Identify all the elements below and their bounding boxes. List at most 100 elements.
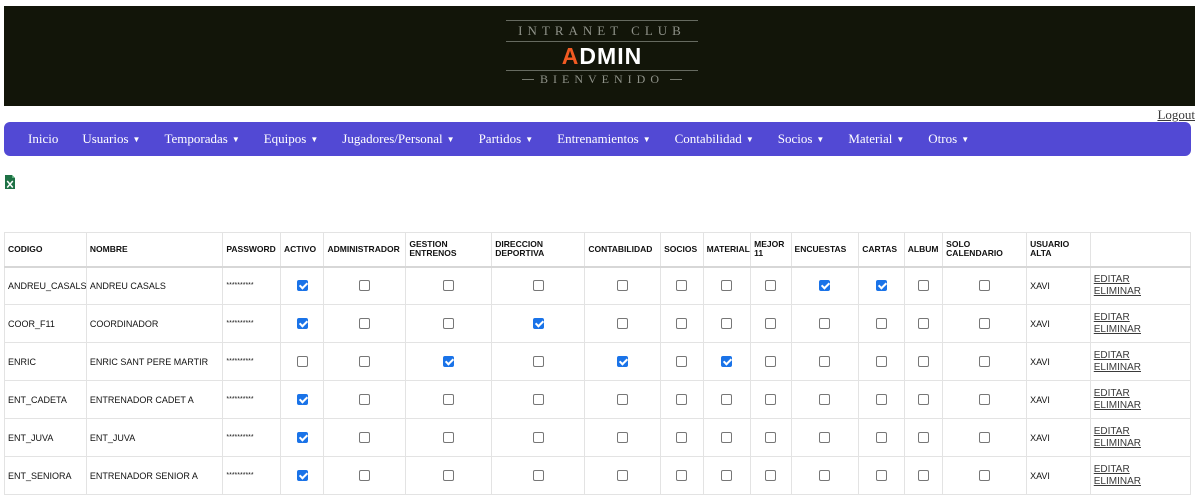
material-checkbox[interactable] [721,280,733,292]
delete-link[interactable]: ELIMINAR [1094,286,1187,298]
excel-export-icon[interactable] [5,175,15,189]
activo-checkbox[interactable] [296,318,308,330]
nav-item-entrenamientos[interactable]: Entrenamientos ▼ [557,131,651,147]
nav-item-socios[interactable]: Socios ▼ [778,131,825,147]
socios-checkbox[interactable] [676,432,688,444]
cell-administrador [323,456,407,495]
delete-link[interactable]: ELIMINAR [1094,400,1187,412]
gestion-entrenos-checkbox[interactable] [443,432,455,444]
nav-item-temporadas[interactable]: Temporadas ▼ [164,131,239,147]
activo-checkbox[interactable] [296,280,308,292]
cell-contabilidad [584,266,662,305]
socios-checkbox[interactable] [676,394,688,406]
contabilidad-checkbox[interactable] [617,356,629,368]
cartas-checkbox[interactable] [876,318,888,330]
direccion-deportiva-checkbox[interactable] [532,394,544,406]
mejor-11-checkbox[interactable] [765,470,777,482]
album-checkbox[interactable] [917,394,929,406]
mejor-11-checkbox[interactable] [765,280,777,292]
nav-item-jugadores-personal[interactable]: Jugadores/Personal ▼ [342,131,454,147]
encuestas-checkbox[interactable] [819,432,831,444]
activo-checkbox[interactable] [296,470,308,482]
solo-calendario-checkbox[interactable] [979,432,991,444]
cartas-checkbox[interactable] [876,280,888,292]
encuestas-checkbox[interactable] [819,356,831,368]
direccion-deportiva-checkbox[interactable] [532,470,544,482]
nav-item-contabilidad[interactable]: Contabilidad ▼ [675,131,754,147]
solo-calendario-checkbox[interactable] [979,394,991,406]
album-checkbox[interactable] [917,432,929,444]
encuestas-checkbox[interactable] [819,318,831,330]
administrador-checkbox[interactable] [359,280,371,292]
activo-checkbox[interactable] [296,432,308,444]
nav-item-usuarios[interactable]: Usuarios ▼ [82,131,140,147]
cartas-checkbox[interactable] [876,432,888,444]
delete-link[interactable]: ELIMINAR [1094,324,1187,336]
solo-calendario-checkbox[interactable] [979,470,991,482]
material-checkbox[interactable] [721,432,733,444]
contabilidad-checkbox[interactable] [617,280,629,292]
edit-link[interactable]: EDITAR [1094,312,1187,324]
nav-item-otros[interactable]: Otros ▼ [928,131,969,147]
material-checkbox[interactable] [721,356,733,368]
solo-calendario-checkbox[interactable] [979,356,991,368]
nav-item-equipos[interactable]: Equipos ▼ [264,131,319,147]
direccion-deportiva-checkbox[interactable] [532,432,544,444]
solo-calendario-checkbox[interactable] [979,318,991,330]
gestion-entrenos-checkbox[interactable] [443,356,455,368]
encuestas-checkbox[interactable] [819,470,831,482]
edit-link[interactable]: EDITAR [1094,464,1187,476]
mejor-11-checkbox[interactable] [765,356,777,368]
edit-link[interactable]: EDITAR [1094,426,1187,438]
cartas-checkbox[interactable] [876,470,888,482]
contabilidad-checkbox[interactable] [617,432,629,444]
administrador-checkbox[interactable] [359,394,371,406]
administrador-checkbox[interactable] [359,356,371,368]
administrador-checkbox[interactable] [359,470,371,482]
edit-link[interactable]: EDITAR [1094,274,1187,286]
nav-item-inicio[interactable]: Inicio [28,131,58,147]
direccion-deportiva-checkbox[interactable] [532,280,544,292]
gestion-entrenos-checkbox[interactable] [443,318,455,330]
encuestas-checkbox[interactable] [819,394,831,406]
album-checkbox[interactable] [917,356,929,368]
nav-item-partidos[interactable]: Partidos ▼ [479,131,534,147]
mejor-11-checkbox[interactable] [765,432,777,444]
encuestas-checkbox[interactable] [819,280,831,292]
socios-checkbox[interactable] [676,280,688,292]
cell-mejor-11 [750,266,792,305]
gestion-entrenos-checkbox[interactable] [443,470,455,482]
material-checkbox[interactable] [721,394,733,406]
cartas-checkbox[interactable] [876,356,888,368]
delete-link[interactable]: ELIMINAR [1094,476,1187,488]
album-checkbox[interactable] [917,280,929,292]
direccion-deportiva-checkbox[interactable] [532,318,544,330]
nav-item-material[interactable]: Material ▼ [848,131,904,147]
socios-checkbox[interactable] [676,318,688,330]
socios-checkbox[interactable] [676,470,688,482]
solo-calendario-checkbox[interactable] [979,280,991,292]
activo-checkbox[interactable] [296,394,308,406]
contabilidad-checkbox[interactable] [617,318,629,330]
delete-link[interactable]: ELIMINAR [1094,362,1187,374]
delete-link[interactable]: ELIMINAR [1094,438,1187,450]
cartas-checkbox[interactable] [876,394,888,406]
material-checkbox[interactable] [721,318,733,330]
contabilidad-checkbox[interactable] [617,470,629,482]
administrador-checkbox[interactable] [359,318,371,330]
material-checkbox[interactable] [721,470,733,482]
direccion-deportiva-checkbox[interactable] [532,356,544,368]
edit-link[interactable]: EDITAR [1094,388,1187,400]
gestion-entrenos-checkbox[interactable] [443,280,455,292]
mejor-11-checkbox[interactable] [765,394,777,406]
administrador-checkbox[interactable] [359,432,371,444]
logout-link[interactable]: Logout [1157,107,1195,123]
album-checkbox[interactable] [917,470,929,482]
edit-link[interactable]: EDITAR [1094,350,1187,362]
mejor-11-checkbox[interactable] [765,318,777,330]
album-checkbox[interactable] [917,318,929,330]
activo-checkbox[interactable] [296,356,308,368]
gestion-entrenos-checkbox[interactable] [443,394,455,406]
socios-checkbox[interactable] [676,356,688,368]
contabilidad-checkbox[interactable] [617,394,629,406]
